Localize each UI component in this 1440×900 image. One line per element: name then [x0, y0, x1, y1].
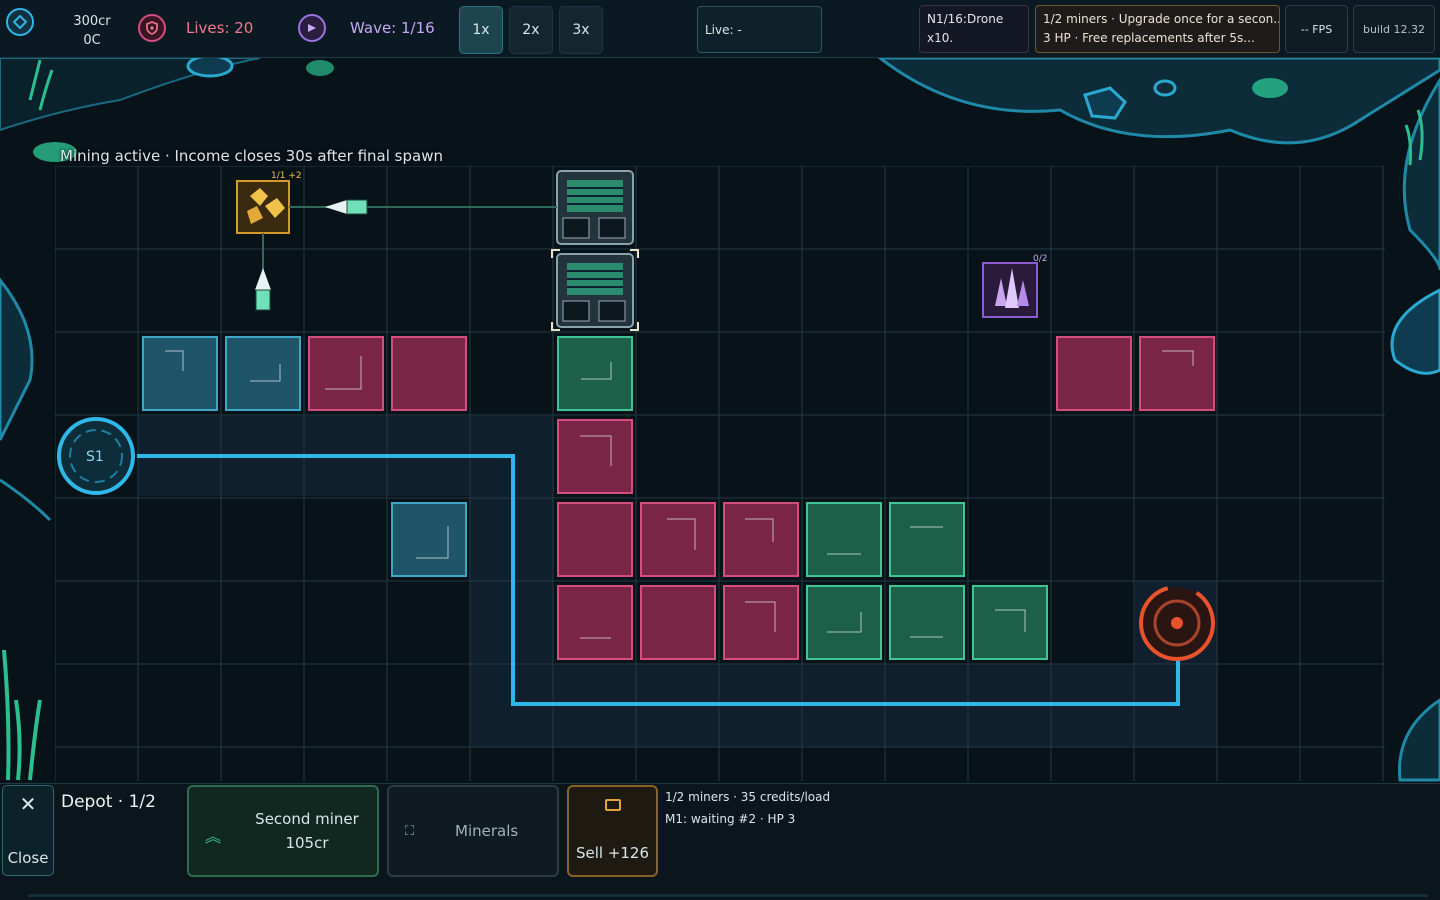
minerals-button[interactable]: ⛶ Minerals — [387, 785, 559, 877]
close-label: Close — [7, 849, 49, 867]
credits-value: 300cr — [73, 14, 111, 29]
gold-mineral-node[interactable] — [236, 180, 290, 234]
tip-line2: 3 HP · Free replacements after 5s... — [1043, 31, 1255, 45]
sell-icon — [604, 799, 621, 811]
next-wave-info: N1/16:Drone x10. — [919, 5, 1029, 53]
depot-selected[interactable] — [551, 249, 639, 331]
next-wave-line1: N1/16:Drone — [927, 12, 1004, 26]
second-miner-cost: 105cr — [285, 834, 329, 852]
shield-icon — [138, 14, 166, 42]
crystal-mineral-node[interactable] — [982, 262, 1038, 318]
credits-icon — [6, 8, 34, 36]
credits-display: 300cr 0C — [6, 8, 111, 48]
top-hud: 300cr 0C Lives: 20 Wave: 1/16 1x 2x 3x L… — [0, 0, 1440, 58]
tower-red[interactable] — [723, 502, 799, 577]
panel-info-line2: M1: waiting #2 · HP 3 — [665, 812, 796, 826]
tower-red[interactable] — [308, 336, 384, 411]
tip-line1: 1/2 miners · Upgrade once for a secon... — [1043, 12, 1280, 26]
lives-value: Lives: 20 — [186, 19, 254, 37]
tower-red[interactable] — [557, 585, 633, 660]
tower-blue[interactable] — [391, 502, 467, 577]
sell-button[interactable]: Sell +126 — [567, 785, 658, 877]
crystal-node-badge: 0/2 — [1033, 254, 1047, 264]
wave-display: Wave: 1/16 — [298, 14, 435, 42]
tower-green[interactable] — [806, 585, 882, 660]
minerals-label: Minerals — [455, 822, 519, 840]
upgrade-chevron-icon: ︽ — [205, 827, 222, 846]
miner-drone — [255, 268, 271, 311]
depot[interactable] — [556, 170, 634, 245]
next-wave-line2: x10. — [927, 31, 954, 45]
status-line: Mining active · Income closes 30s after … — [60, 147, 443, 165]
tower-red[interactable] — [557, 502, 633, 577]
second-miner-button[interactable]: ︽ Second miner 105cr — [187, 785, 379, 877]
panel-info-line1: 1/2 miners · 35 credits/load — [665, 790, 831, 804]
tip-box: 1/2 miners · Upgrade once for a secon...… — [1035, 5, 1280, 53]
cores-value: 0C — [83, 33, 101, 48]
speed-3x-button[interactable]: 3x — [559, 6, 603, 54]
panel-bottom-strip — [28, 894, 1428, 897]
tower-blue[interactable] — [225, 336, 301, 411]
game-board[interactable]: 1/1 +2 0/2 S1 — [55, 166, 1385, 781]
gold-node-badge: 1/1 +2 — [271, 171, 302, 181]
sell-label: Sell +126 — [575, 844, 650, 862]
live-indicator: Live: - — [697, 6, 822, 53]
tower-red[interactable] — [723, 585, 799, 660]
fps-counter: -- FPS — [1285, 5, 1348, 53]
tower-green[interactable] — [557, 336, 633, 411]
build-version: build 12.32 — [1353, 5, 1435, 53]
close-icon: ✕ — [19, 792, 37, 816]
panel-title: Depot · 1/2 — [61, 792, 156, 812]
lives-display: Lives: 20 — [138, 14, 253, 42]
close-button[interactable]: ✕ Close — [2, 785, 54, 876]
tower-green[interactable] — [889, 502, 965, 577]
second-miner-label: Second miner — [255, 810, 359, 828]
tower-blue[interactable] — [142, 336, 218, 411]
core-target[interactable] — [1139, 585, 1215, 661]
wave-value: Wave: 1/16 — [350, 19, 435, 37]
wave-icon — [298, 14, 326, 42]
tower-red[interactable] — [1056, 336, 1132, 411]
tower-green[interactable] — [889, 585, 965, 660]
selection-panel: ✕ Close Depot · 1/2 ︽ Second miner 105cr… — [0, 783, 1440, 900]
miner-drone — [325, 199, 368, 215]
tower-red[interactable] — [1139, 336, 1215, 411]
tower-green[interactable] — [972, 585, 1048, 660]
target-icon: ⛶ — [405, 824, 415, 839]
tower-red[interactable] — [391, 336, 467, 411]
speed-1x-button[interactable]: 1x — [459, 6, 503, 54]
speed-2x-button[interactable]: 2x — [509, 6, 553, 54]
tower-red[interactable] — [640, 585, 716, 660]
tower-red[interactable] — [557, 419, 633, 494]
tower-green[interactable] — [806, 502, 882, 577]
tower-red[interactable] — [640, 502, 716, 577]
spawn-label: S1 — [86, 449, 104, 465]
